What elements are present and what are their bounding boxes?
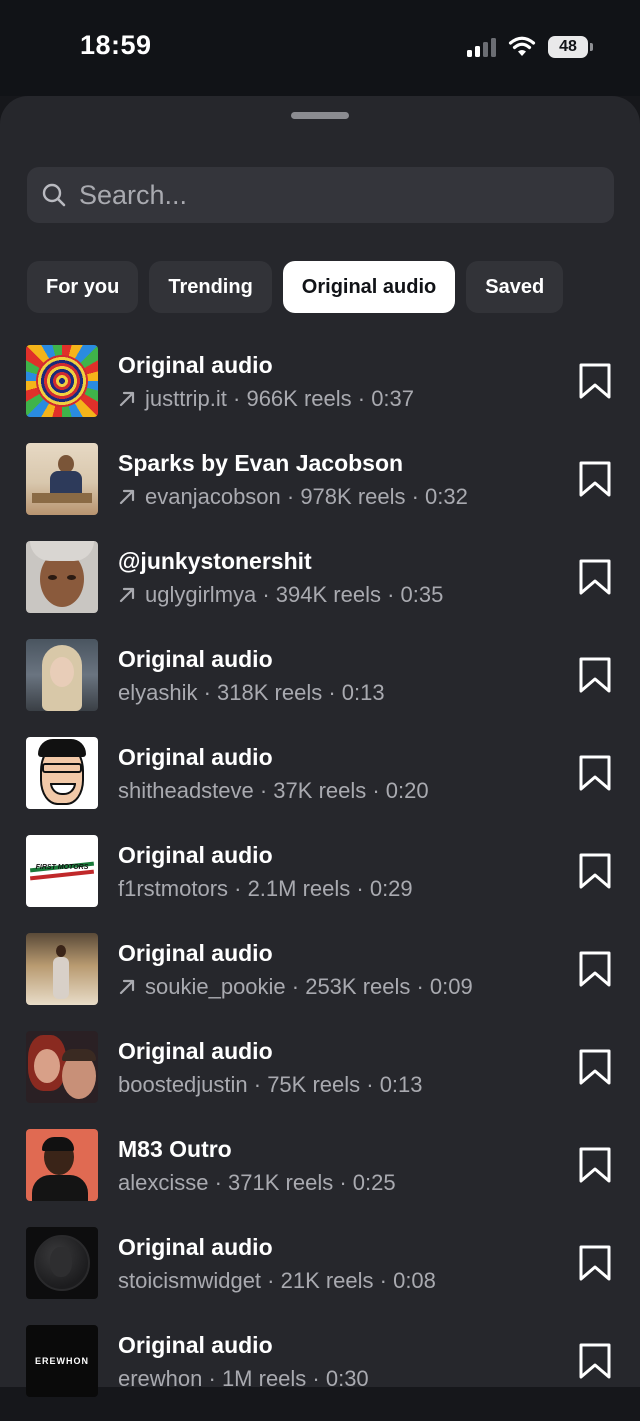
audio-picker-sheet: For you Trending Original audio Saved Or… xyxy=(0,96,640,1397)
couple-thumbnail xyxy=(26,1031,98,1103)
first-motors-logo-thumbnail: FIRST MOTORS xyxy=(26,835,98,907)
status-icons: 48 xyxy=(467,36,593,58)
status-bar: 18:59 48 xyxy=(0,0,640,96)
battery-indicator: 48 xyxy=(548,36,593,58)
audio-title: Original audio xyxy=(118,842,273,868)
audio-row[interactable]: @junkystonershit uglygirlmya · 394K reel… xyxy=(0,539,640,637)
woman-selfie-thumbnail xyxy=(26,541,98,613)
audio-title: @junkystonershit xyxy=(118,548,312,574)
audio-meta-text: stoicismwidget · 21K reels · 0:08 xyxy=(118,1268,436,1293)
erewhon-logo-thumbnail: EREWHON xyxy=(26,1325,98,1397)
search-bar[interactable] xyxy=(27,167,614,223)
audio-meta: uglygirlmya · 394K reels · 0:35 xyxy=(118,582,443,608)
blonde-woman-thumbnail xyxy=(26,639,98,711)
audio-meta: shitheadsteve · 37K reels · 0:20 xyxy=(118,778,429,804)
audio-meta-text: elyashik · 318K reels · 0:13 xyxy=(118,680,385,705)
audio-title: Original audio xyxy=(118,1234,273,1260)
cartoon-face-thumbnail xyxy=(26,737,98,809)
audio-meta: f1rstmotors · 2.1M reels · 0:29 xyxy=(118,876,413,902)
audio-title: Original audio xyxy=(118,352,273,378)
trending-arrow-icon xyxy=(119,489,135,505)
bookmark-icon[interactable] xyxy=(578,852,612,890)
audio-title: Original audio xyxy=(118,940,273,966)
bookmark-icon[interactable] xyxy=(578,1146,612,1184)
filter-tabs: For you Trending Original audio Saved xyxy=(27,261,564,313)
audio-row[interactable]: Original audio justtrip.it · 966K reels … xyxy=(0,343,640,441)
bookmark-icon[interactable] xyxy=(578,558,612,596)
audio-title: Original audio xyxy=(118,744,273,770)
search-icon xyxy=(42,183,66,207)
psychedelic-spiral-thumbnail xyxy=(26,345,98,417)
audio-meta-text: uglygirlmya · 394K reels · 0:35 xyxy=(145,582,444,607)
audio-meta-text: alexcisse · 371K reels · 0:25 xyxy=(118,1170,396,1195)
audio-title: Original audio xyxy=(118,1038,273,1064)
audio-row[interactable]: Original audio shitheadsteve · 37K reels… xyxy=(0,735,640,833)
cellular-signal-icon xyxy=(467,37,496,57)
first-motors-logo-text: FIRST MOTORS xyxy=(35,864,89,871)
audio-meta: elyashik · 318K reels · 0:13 xyxy=(118,680,385,706)
bookmark-icon[interactable] xyxy=(578,656,612,694)
sheet-grabber[interactable] xyxy=(291,112,349,119)
tab-original-audio[interactable]: Original audio xyxy=(282,261,456,313)
audio-meta: alexcisse · 371K reels · 0:25 xyxy=(118,1170,396,1196)
audio-row[interactable]: Original audio elyashik · 318K reels · 0… xyxy=(0,637,640,735)
audio-row[interactable]: FIRST MOTORS Original audio f1rstmotors … xyxy=(0,833,640,931)
audio-row[interactable]: Original audio soukie_pookie · 253K reel… xyxy=(0,931,640,1029)
trending-arrow-icon xyxy=(119,391,135,407)
audio-meta: evanjacobson · 978K reels · 0:32 xyxy=(118,484,468,510)
audio-title: M83 Outro xyxy=(118,1136,232,1162)
audio-row[interactable]: Original audio stoicismwidget · 21K reel… xyxy=(0,1225,640,1323)
bookmark-icon[interactable] xyxy=(578,1244,612,1282)
audio-meta-text: shitheadsteve · 37K reels · 0:20 xyxy=(118,778,429,803)
erewhon-logo-text: EREWHON xyxy=(35,1356,89,1366)
man-at-table-thumbnail xyxy=(26,443,98,515)
audio-meta: boostedjustin · 75K reels · 0:13 xyxy=(118,1072,423,1098)
woman-in-room-thumbnail xyxy=(26,933,98,1005)
audio-meta: stoicismwidget · 21K reels · 0:08 xyxy=(118,1268,436,1294)
bookmark-icon[interactable] xyxy=(578,362,612,400)
audio-title: Original audio xyxy=(118,1332,273,1358)
wifi-icon xyxy=(508,36,536,56)
audio-meta-text: evanjacobson · 978K reels · 0:32 xyxy=(145,484,468,509)
trending-arrow-icon xyxy=(119,587,135,603)
trending-arrow-icon xyxy=(119,979,135,995)
audio-meta: justtrip.it · 966K reels · 0:37 xyxy=(118,386,414,412)
man-profile-thumbnail xyxy=(26,1129,98,1201)
audio-meta: soukie_pookie · 253K reels · 0:09 xyxy=(118,974,473,1000)
audio-meta-text: boostedjustin · 75K reels · 0:13 xyxy=(118,1072,423,1097)
status-time: 18:59 xyxy=(80,30,152,60)
audio-title: Original audio xyxy=(118,646,273,672)
audio-row[interactable]: EREWHON Original audio erewhon · 1M reel… xyxy=(0,1323,640,1421)
bookmark-icon[interactable] xyxy=(578,950,612,988)
search-input[interactable] xyxy=(79,179,614,211)
audio-meta-text: justtrip.it · 966K reels · 0:37 xyxy=(145,386,415,411)
bookmark-icon[interactable] xyxy=(578,754,612,792)
bookmark-icon[interactable] xyxy=(578,460,612,498)
stoic-coin-thumbnail xyxy=(26,1227,98,1299)
audio-meta-text: f1rstmotors · 2.1M reels · 0:29 xyxy=(118,876,413,901)
audio-row[interactable]: Sparks by Evan Jacobson evanjacobson · 9… xyxy=(0,441,640,539)
audio-row[interactable]: M83 Outro alexcisse · 371K reels · 0:25 xyxy=(0,1127,640,1225)
audio-meta: erewhon · 1M reels · 0:30 xyxy=(118,1366,369,1392)
audio-meta-text: erewhon · 1M reels · 0:30 xyxy=(118,1366,369,1391)
bookmark-icon[interactable] xyxy=(578,1048,612,1086)
tab-for-you[interactable]: For you xyxy=(27,261,139,313)
audio-meta-text: soukie_pookie · 253K reels · 0:09 xyxy=(145,974,473,999)
audio-title: Sparks by Evan Jacobson xyxy=(118,450,404,476)
tab-trending[interactable]: Trending xyxy=(149,261,272,313)
tab-saved[interactable]: Saved xyxy=(466,261,564,313)
audio-row[interactable]: Original audio boostedjustin · 75K reels… xyxy=(0,1029,640,1127)
bookmark-icon[interactable] xyxy=(578,1342,612,1380)
audio-list: Original audio justtrip.it · 966K reels … xyxy=(0,343,640,1421)
